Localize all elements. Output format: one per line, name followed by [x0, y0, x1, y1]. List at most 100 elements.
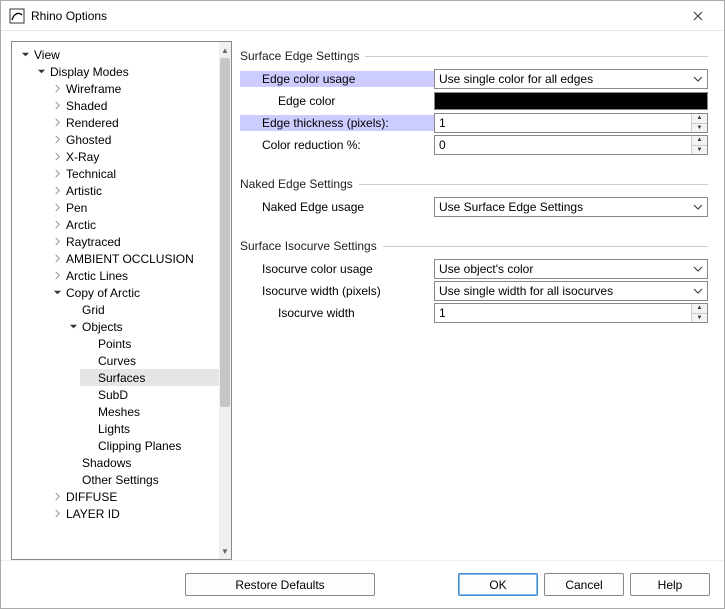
nav-tree[interactable]: View Display Modes Wireframe Shaded	[12, 42, 219, 559]
tree-item-objects[interactable]: Objects	[64, 318, 219, 335]
help-button[interactable]: Help	[630, 573, 710, 596]
divider	[383, 246, 708, 247]
spinner-color-reduction[interactable]: 0 ▲▼	[434, 135, 708, 155]
spin-up-icon[interactable]: ▲	[692, 114, 707, 123]
chevron-right-icon[interactable]	[50, 169, 64, 178]
label-naked-edge-usage: Naked Edge usage	[240, 199, 434, 215]
tree-item-rendered[interactable]: Rendered	[48, 114, 219, 131]
tree-item-diffuse[interactable]: DIFFUSE	[48, 488, 219, 505]
chevron-right-icon[interactable]	[50, 135, 64, 144]
tree-item-subd[interactable]: SubD	[80, 386, 219, 403]
scroll-up-button[interactable]: ▲	[219, 42, 231, 58]
caret-down-icon[interactable]	[50, 288, 64, 297]
tree-item-artistic[interactable]: Artistic	[48, 182, 219, 199]
tree-item-view[interactable]: View	[16, 46, 219, 63]
label-isocurve-width: Isocurve width	[240, 305, 434, 321]
spin-down-icon[interactable]: ▼	[692, 313, 707, 323]
combo-naked-edge-usage[interactable]: Use Surface Edge Settings	[434, 197, 708, 217]
tree-item-surfaces[interactable]: Surfaces	[80, 369, 219, 386]
chevron-right-icon[interactable]	[50, 220, 64, 229]
spinner-edge-thickness[interactable]: 1 ▲▼	[434, 113, 708, 133]
window-title: Rhino Options	[31, 9, 676, 23]
spin-down-icon[interactable]: ▼	[692, 123, 707, 133]
settings-panel: Surface Edge Settings Edge color usage U…	[240, 41, 714, 560]
tree-item-display-modes[interactable]: Display Modes	[32, 63, 219, 80]
tree-item-copy-of-arctic[interactable]: Copy of Arctic	[48, 284, 219, 301]
label-edge-color-usage: Edge color usage	[240, 71, 434, 87]
tree-item-arctic-lines[interactable]: Arctic Lines	[48, 267, 219, 284]
scroll-down-button[interactable]: ▼	[219, 543, 231, 559]
chevron-down-icon	[693, 286, 703, 296]
swatch-edge-color[interactable]	[434, 92, 708, 110]
chevron-right-icon[interactable]	[50, 237, 64, 246]
chevron-down-icon	[693, 264, 703, 274]
chevron-right-icon[interactable]	[50, 186, 64, 195]
spin-up-icon[interactable]: ▲	[692, 304, 707, 313]
chevron-right-icon[interactable]	[50, 271, 64, 280]
tree-item-arctic[interactable]: Arctic	[48, 216, 219, 233]
chevron-right-icon[interactable]	[50, 84, 64, 93]
tree-item-xray[interactable]: X-Ray	[48, 148, 219, 165]
nav-tree-panel: View Display Modes Wireframe Shaded	[11, 41, 232, 560]
tree-item-shadows[interactable]: Shadows	[64, 454, 219, 471]
tree-item-points[interactable]: Points	[80, 335, 219, 352]
label-color-reduction: Color reduction %:	[240, 137, 434, 153]
label-isocurve-width-pixels: Isocurve width (pixels)	[240, 283, 434, 299]
tree-item-layer-id[interactable]: LAYER ID	[48, 505, 219, 522]
spin-up-icon[interactable]: ▲	[692, 136, 707, 145]
combo-isocurve-width-pixels[interactable]: Use single width for all isocurves	[434, 281, 708, 301]
caret-down-icon[interactable]	[66, 322, 80, 331]
group-surface-edge: Surface Edge Settings Edge color usage U…	[240, 49, 708, 155]
chevron-right-icon[interactable]	[50, 118, 64, 127]
group-title: Surface Edge Settings	[240, 49, 359, 63]
group-naked-edge: Naked Edge Settings Naked Edge usage Use…	[240, 177, 708, 217]
rhino-options-window: Rhino Options View	[0, 0, 725, 609]
tree-item-meshes[interactable]: Meshes	[80, 403, 219, 420]
tree-item-raytraced[interactable]: Raytraced	[48, 233, 219, 250]
ok-button[interactable]: OK	[458, 573, 538, 596]
tree-item-lights[interactable]: Lights	[80, 420, 219, 437]
label-isocurve-color-usage: Isocurve color usage	[240, 261, 434, 277]
caret-down-icon[interactable]	[18, 50, 32, 59]
dialog-body: View Display Modes Wireframe Shaded	[1, 31, 724, 560]
tree-item-technical[interactable]: Technical	[48, 165, 219, 182]
nav-scrollbar[interactable]: ▲ ▼	[219, 42, 231, 559]
divider	[359, 184, 708, 185]
chevron-down-icon	[693, 74, 703, 84]
tree-item-ghosted[interactable]: Ghosted	[48, 131, 219, 148]
divider	[365, 56, 708, 57]
chevron-down-icon	[693, 202, 703, 212]
scroll-track[interactable]	[219, 58, 231, 543]
app-icon	[9, 8, 25, 24]
combo-isocurve-color-usage[interactable]: Use object's color	[434, 259, 708, 279]
group-title: Surface Isocurve Settings	[240, 239, 377, 253]
tree-item-pen[interactable]: Pen	[48, 199, 219, 216]
spinner-isocurve-width[interactable]: 1 ▲▼	[434, 303, 708, 323]
dialog-footer: Restore Defaults OK Cancel Help	[1, 560, 724, 608]
group-surface-isocurve: Surface Isocurve Settings Isocurve color…	[240, 239, 708, 323]
label-edge-color: Edge color	[240, 93, 434, 109]
group-title: Naked Edge Settings	[240, 177, 353, 191]
chevron-right-icon[interactable]	[50, 509, 64, 518]
tree-item-shaded[interactable]: Shaded	[48, 97, 219, 114]
cancel-button[interactable]: Cancel	[544, 573, 624, 596]
chevron-right-icon[interactable]	[50, 492, 64, 501]
tree-item-curves[interactable]: Curves	[80, 352, 219, 369]
combo-edge-color-usage[interactable]: Use single color for all edges	[434, 69, 708, 89]
tree-item-wireframe[interactable]: Wireframe	[48, 80, 219, 97]
caret-down-icon[interactable]	[34, 67, 48, 76]
chevron-right-icon[interactable]	[50, 101, 64, 110]
chevron-right-icon[interactable]	[50, 203, 64, 212]
scroll-thumb[interactable]	[220, 58, 230, 407]
tree-item-ambient[interactable]: AMBIENT OCCLUSION	[48, 250, 219, 267]
close-button[interactable]	[676, 2, 720, 30]
tree-item-clipping-planes[interactable]: Clipping Planes	[80, 437, 219, 454]
restore-defaults-button[interactable]: Restore Defaults	[185, 573, 375, 596]
chevron-right-icon[interactable]	[50, 152, 64, 161]
label-edge-thickness: Edge thickness (pixels):	[240, 115, 434, 131]
tree-item-grid[interactable]: Grid	[64, 301, 219, 318]
tree-item-other-settings[interactable]: Other Settings	[64, 471, 219, 488]
chevron-right-icon[interactable]	[50, 254, 64, 263]
titlebar: Rhino Options	[1, 1, 724, 31]
spin-down-icon[interactable]: ▼	[692, 145, 707, 155]
